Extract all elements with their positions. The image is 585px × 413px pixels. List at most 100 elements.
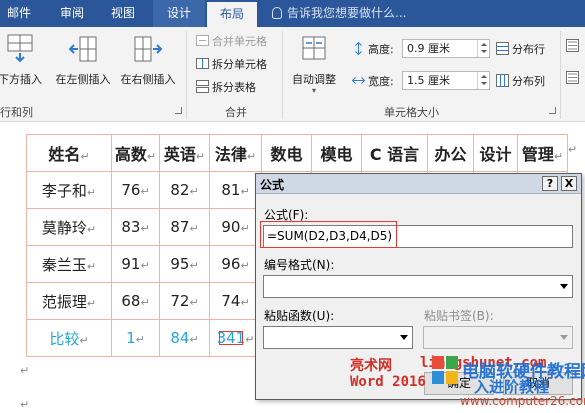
table-cell[interactable]: 81↵: [209, 171, 262, 209]
cell-size-launcher-icon[interactable]: [549, 107, 556, 114]
tab-design[interactable]: 设计: [153, 0, 205, 27]
table-cell[interactable]: 96↵: [209, 245, 262, 283]
table-cell[interactable]: 秦兰玉↵: [26, 245, 112, 283]
insert-left-label: 在左侧插入: [55, 73, 111, 86]
table-cell[interactable]: 1↵: [111, 319, 160, 357]
score-value: 81: [221, 181, 241, 199]
table-cell[interactable]: 83↵: [111, 208, 160, 246]
split-cells-button[interactable]: 拆分单元格: [196, 56, 267, 72]
watermark-version: Word 2016: [350, 374, 426, 390]
header-law: 法律: [214, 145, 247, 164]
header-cell[interactable]: C 语言: [361, 134, 428, 172]
score-value: 83: [121, 218, 141, 236]
paragraph-mark: ↵: [20, 398, 30, 411]
table-cell[interactable]: 72↵: [159, 282, 210, 320]
ribbon-tab-bar: 邮件 审阅 视图 设计 布局 告诉我您想要做什么...: [0, 0, 585, 27]
chevron-down-icon: [556, 276, 572, 297]
table-header-row: 姓名↵ 高数↵ 英语↵ 法律↵ 数电 模电 C 语言 办公 设计 管理↵: [26, 134, 568, 172]
insert-below-button[interactable]: 下方插入: [0, 33, 46, 87]
col-width-spinner-icon[interactable]: [477, 72, 489, 89]
dialog-title-bar[interactable]: 公式 ? X: [256, 174, 581, 194]
header-cell[interactable]: 高数↵: [111, 134, 160, 172]
table-cell[interactable]: 范振理↵: [26, 282, 112, 320]
distribute-cols-icon: [496, 74, 509, 87]
distribute-cols-button[interactable]: 分布列: [496, 73, 545, 89]
distribute-rows-button[interactable]: 分布行: [496, 41, 545, 57]
insert-below-icon: [5, 33, 35, 65]
header-cell[interactable]: 数电: [261, 134, 312, 172]
student-name: 秦兰玉: [41, 255, 87, 274]
header-cell[interactable]: 模电: [311, 134, 362, 172]
compare-value-highlighted: 341: [216, 329, 246, 347]
insert-right-button[interactable]: 在右侧插入: [117, 33, 179, 87]
row-height-spinner-icon[interactable]: [477, 40, 489, 57]
chevron-down-icon: [396, 327, 412, 348]
paragraph-mark: ↵: [20, 364, 30, 377]
header-cell[interactable]: 姓名↵: [26, 134, 112, 172]
tell-me-search[interactable]: 告诉我您想要做什么...: [272, 0, 406, 27]
number-format-select[interactable]: [263, 275, 573, 298]
compare-label: 比较: [49, 329, 80, 348]
alignment-cut-icon-2[interactable]: [566, 71, 582, 85]
cell-size-group-label: 单元格大小: [384, 106, 439, 119]
lightbulb-icon: [272, 7, 282, 19]
header-cell[interactable]: 设计: [473, 134, 518, 172]
paste-bookmark-label: 粘贴书签(B):: [424, 309, 494, 323]
tab-mailings[interactable]: 邮件: [0, 0, 38, 27]
width-label: 宽度:: [351, 73, 394, 89]
distribute-rows-label: 分布行: [512, 43, 545, 56]
table-cell[interactable]: 91↵: [111, 245, 160, 283]
merge-cells-button[interactable]: 合并单元格: [196, 33, 267, 49]
group-divider: [186, 31, 187, 119]
autofit-button[interactable]: 自动调整 ▾: [286, 33, 342, 95]
chevron-down-icon: [556, 327, 572, 348]
col-width-input[interactable]: 1.5 厘米: [402, 71, 490, 90]
score-value: 68: [121, 292, 141, 310]
autofit-label: 自动调整: [292, 73, 336, 86]
rows-cols-launcher-icon[interactable]: [175, 107, 182, 114]
col-width-value: 1.5 厘米: [407, 74, 450, 87]
table-cell[interactable]: 84↵: [159, 319, 210, 357]
table-cell[interactable]: 莫静玲↵: [26, 208, 112, 246]
table-cell[interactable]: 76↵: [111, 171, 160, 209]
header-cell[interactable]: 办公: [427, 134, 474, 172]
close-button[interactable]: X: [561, 176, 577, 191]
score-value: 87: [170, 218, 190, 236]
score-value: 96: [221, 255, 241, 273]
alignment-cut-icon[interactable]: [566, 39, 582, 53]
insert-right-icon: [133, 33, 163, 65]
table-cell[interactable]: 341↵: [209, 319, 262, 357]
header-name: 姓名: [48, 145, 81, 164]
compare-value: 84: [170, 329, 190, 347]
tab-layout[interactable]: 布局: [207, 2, 257, 27]
autofit-dropdown-icon: ▾: [311, 86, 316, 95]
table-cell[interactable]: 90↵: [209, 208, 262, 246]
table-cell[interactable]: 李子和↵: [26, 171, 112, 209]
height-label-text: 高度:: [368, 43, 394, 56]
row-height-input[interactable]: 0.9 厘米: [402, 39, 490, 58]
row-height-icon: [352, 41, 365, 56]
table-cell[interactable]: 87↵: [159, 208, 210, 246]
table-cell[interactable]: 82↵: [159, 171, 210, 209]
paste-bookmark-select[interactable]: [423, 326, 573, 349]
paste-function-select[interactable]: [263, 326, 413, 349]
header-cell[interactable]: 英语↵: [159, 134, 210, 172]
help-button[interactable]: ?: [542, 176, 558, 191]
header-cell[interactable]: 管理↵: [517, 134, 568, 172]
split-table-label: 拆分表格: [212, 81, 256, 94]
header-analog: 模电: [320, 145, 353, 164]
table-cell[interactable]: 74↵: [209, 282, 262, 320]
score-value: 95: [170, 255, 190, 273]
student-name: 莫静玲: [41, 218, 87, 237]
insert-left-button[interactable]: 在左侧插入: [52, 33, 114, 87]
header-cell[interactable]: 法律↵: [209, 134, 262, 172]
table-cell[interactable]: 95↵: [159, 245, 210, 283]
table-cell[interactable]: 68↵: [111, 282, 160, 320]
table-cell[interactable]: 比较↵: [26, 319, 112, 357]
ribbon-panel: 下方插入 在左侧插入 在右侧插入 行和列 合并单元格 拆分单元格 拆分表格 合并…: [0, 27, 585, 122]
tab-review[interactable]: 审阅: [52, 0, 92, 27]
tab-view[interactable]: 视图: [103, 0, 143, 27]
distribute-cols-label: 分布列: [512, 75, 545, 88]
split-table-button[interactable]: 拆分表格: [196, 79, 256, 95]
score-value: 91: [121, 255, 141, 273]
